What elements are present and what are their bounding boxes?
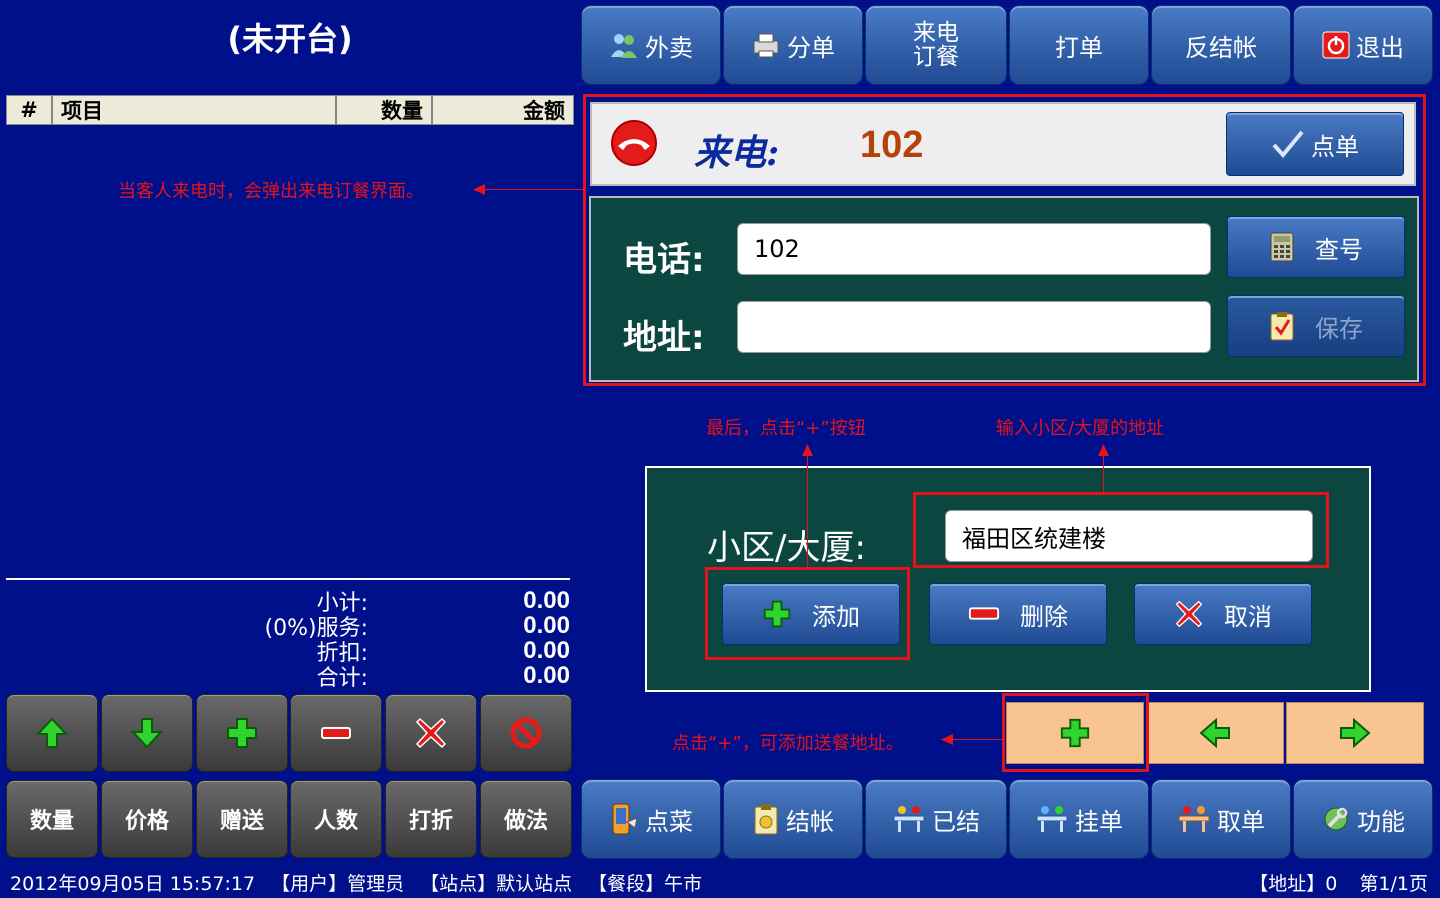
add-address-annotation: 点击“+”，可添加送餐地址。 [672,733,904,754]
exit-button[interactable]: 退出 [1293,5,1433,85]
status-page: 第1/1页 [1359,872,1428,895]
decrease-button[interactable] [290,694,382,772]
table-status-title: (未开台) [227,20,353,58]
order-table-header: # 项目 数量 金额 [6,95,574,125]
phone-label: 电话: [623,240,705,280]
arrow-right-icon [1340,718,1371,748]
discount-button[interactable]: 打折 [385,780,477,858]
totals-divider [6,578,570,580]
input-address-arrowhead [1098,444,1109,456]
arrow-up-icon [35,717,69,748]
checkout-button[interactable]: 结帐 [723,779,863,859]
reverse-checkout-button[interactable]: 反结帐 [1151,5,1291,85]
phone-input[interactable]: 102 [737,223,1211,275]
tools-icon [1324,807,1348,831]
status-period: 【餐段】午市 [588,872,703,895]
next-page-button[interactable] [1286,702,1424,764]
input-address-annotation: 输入小区/大厦的地址 [996,418,1165,439]
totals-block: 小计: 0.00 (0%)服务: 0.00 折扣: 0.00 合计: 0.00 [6,587,570,691]
status-address-count: 【地址】0 [1249,872,1338,895]
status-right: 【地址】0 第1/1页 [1249,869,1428,896]
users-icon [611,34,637,58]
print-bill-button[interactable]: 打单 [1009,5,1149,85]
split-bill-button[interactable]: 分单 [723,5,863,85]
status-station: 【站点】默认站点 [420,872,573,895]
community-label: 小区/大厦: [707,528,866,568]
retrieve-order-button[interactable]: 取单 [1151,779,1291,859]
plus-icon [227,718,257,748]
move-up-button[interactable] [6,694,98,772]
status-datetime: 2012年09月05日 15:57:17 [10,872,256,895]
increase-button[interactable] [196,694,288,772]
gift-button[interactable]: 赠送 [196,780,288,858]
save-address-button[interactable]: 保存 [1227,295,1405,357]
place-order-button[interactable]: 点单 [1226,112,1404,176]
settled-orders-button[interactable]: 已结 [865,779,1007,859]
click-plus-annotation: 最后，点击“+”按钮 [706,418,866,439]
add-address-highlight [1002,693,1149,772]
col-item: 项目 [53,96,337,124]
minus-icon [321,727,351,739]
quantity-button[interactable]: 数量 [6,780,98,858]
table-pending-icon [1036,806,1068,832]
status-bar: 2012年09月05日 15:57:17 【用户】管理员 【站点】默认站点 【餐… [0,866,1440,898]
address-input[interactable] [737,301,1211,353]
add-address-arrowhead [941,734,953,745]
method-button[interactable]: 做法 [480,780,572,858]
printer-icon [753,33,779,58]
incoming-call-bar: 来电: 102 点单 [590,102,1416,186]
move-down-button[interactable] [101,694,193,772]
power-icon [1322,31,1350,59]
popup-annotation-arrowhead [473,184,485,195]
click-plus-arrowhead [802,444,813,456]
cancel-item-button[interactable] [480,694,572,772]
delete-x-icon [415,717,447,749]
clipboard-coin-icon [754,804,778,835]
guests-button[interactable]: 人数 [290,780,382,858]
table-take-icon [1178,806,1210,832]
col-quantity: 数量 [337,96,433,124]
arrow-down-icon [130,718,164,749]
lookup-number-button[interactable]: 查号 [1227,216,1405,278]
add-button-highlight [705,567,910,660]
phone-address-panel: 电话: 102 查号 地址: 保存 [589,196,1419,382]
order-dishes-button[interactable]: 点菜 [581,779,721,859]
popup-annotation-line [482,189,585,190]
arrow-left-icon [1199,718,1230,748]
delete-item-button[interactable] [385,694,477,772]
functions-button[interactable]: 功能 [1293,779,1433,859]
click-plus-line [807,452,808,567]
checkmark-icon [1272,130,1304,159]
minus-icon [968,607,1000,620]
price-button[interactable]: 价格 [101,780,193,858]
delete-community-button[interactable]: 删除 [929,583,1107,645]
clipboard-check-icon [1270,312,1294,341]
forbid-icon [510,717,542,749]
add-address-line [950,739,1002,740]
phone-order-button[interactable]: 来电 订餐 [865,5,1007,85]
popup-annotation: 当客人来电时，会弹出来电订餐界面。 [118,181,424,202]
address-label: 地址: [623,318,705,358]
takeout-button[interactable]: 外卖 [581,5,721,85]
input-address-line [1103,452,1104,492]
calculator-icon [1270,232,1294,262]
community-input-highlight [913,492,1329,568]
hold-order-button[interactable]: 挂单 [1009,779,1149,859]
phone-menu-icon [612,803,638,835]
total-row: 合计: 0.00 [316,661,570,691]
col-amount: 金额 [523,99,565,123]
col-index: # [7,96,53,124]
prev-page-button[interactable] [1146,702,1284,764]
close-icon [1175,600,1203,628]
status-user: 【用户】管理员 [271,872,405,895]
incoming-call-label: 来电: [694,132,780,174]
cancel-community-button[interactable]: 取消 [1134,583,1312,645]
hangup-phone-icon[interactable] [609,118,659,168]
caller-number: 102 [860,124,924,166]
table-done-icon [893,806,925,832]
